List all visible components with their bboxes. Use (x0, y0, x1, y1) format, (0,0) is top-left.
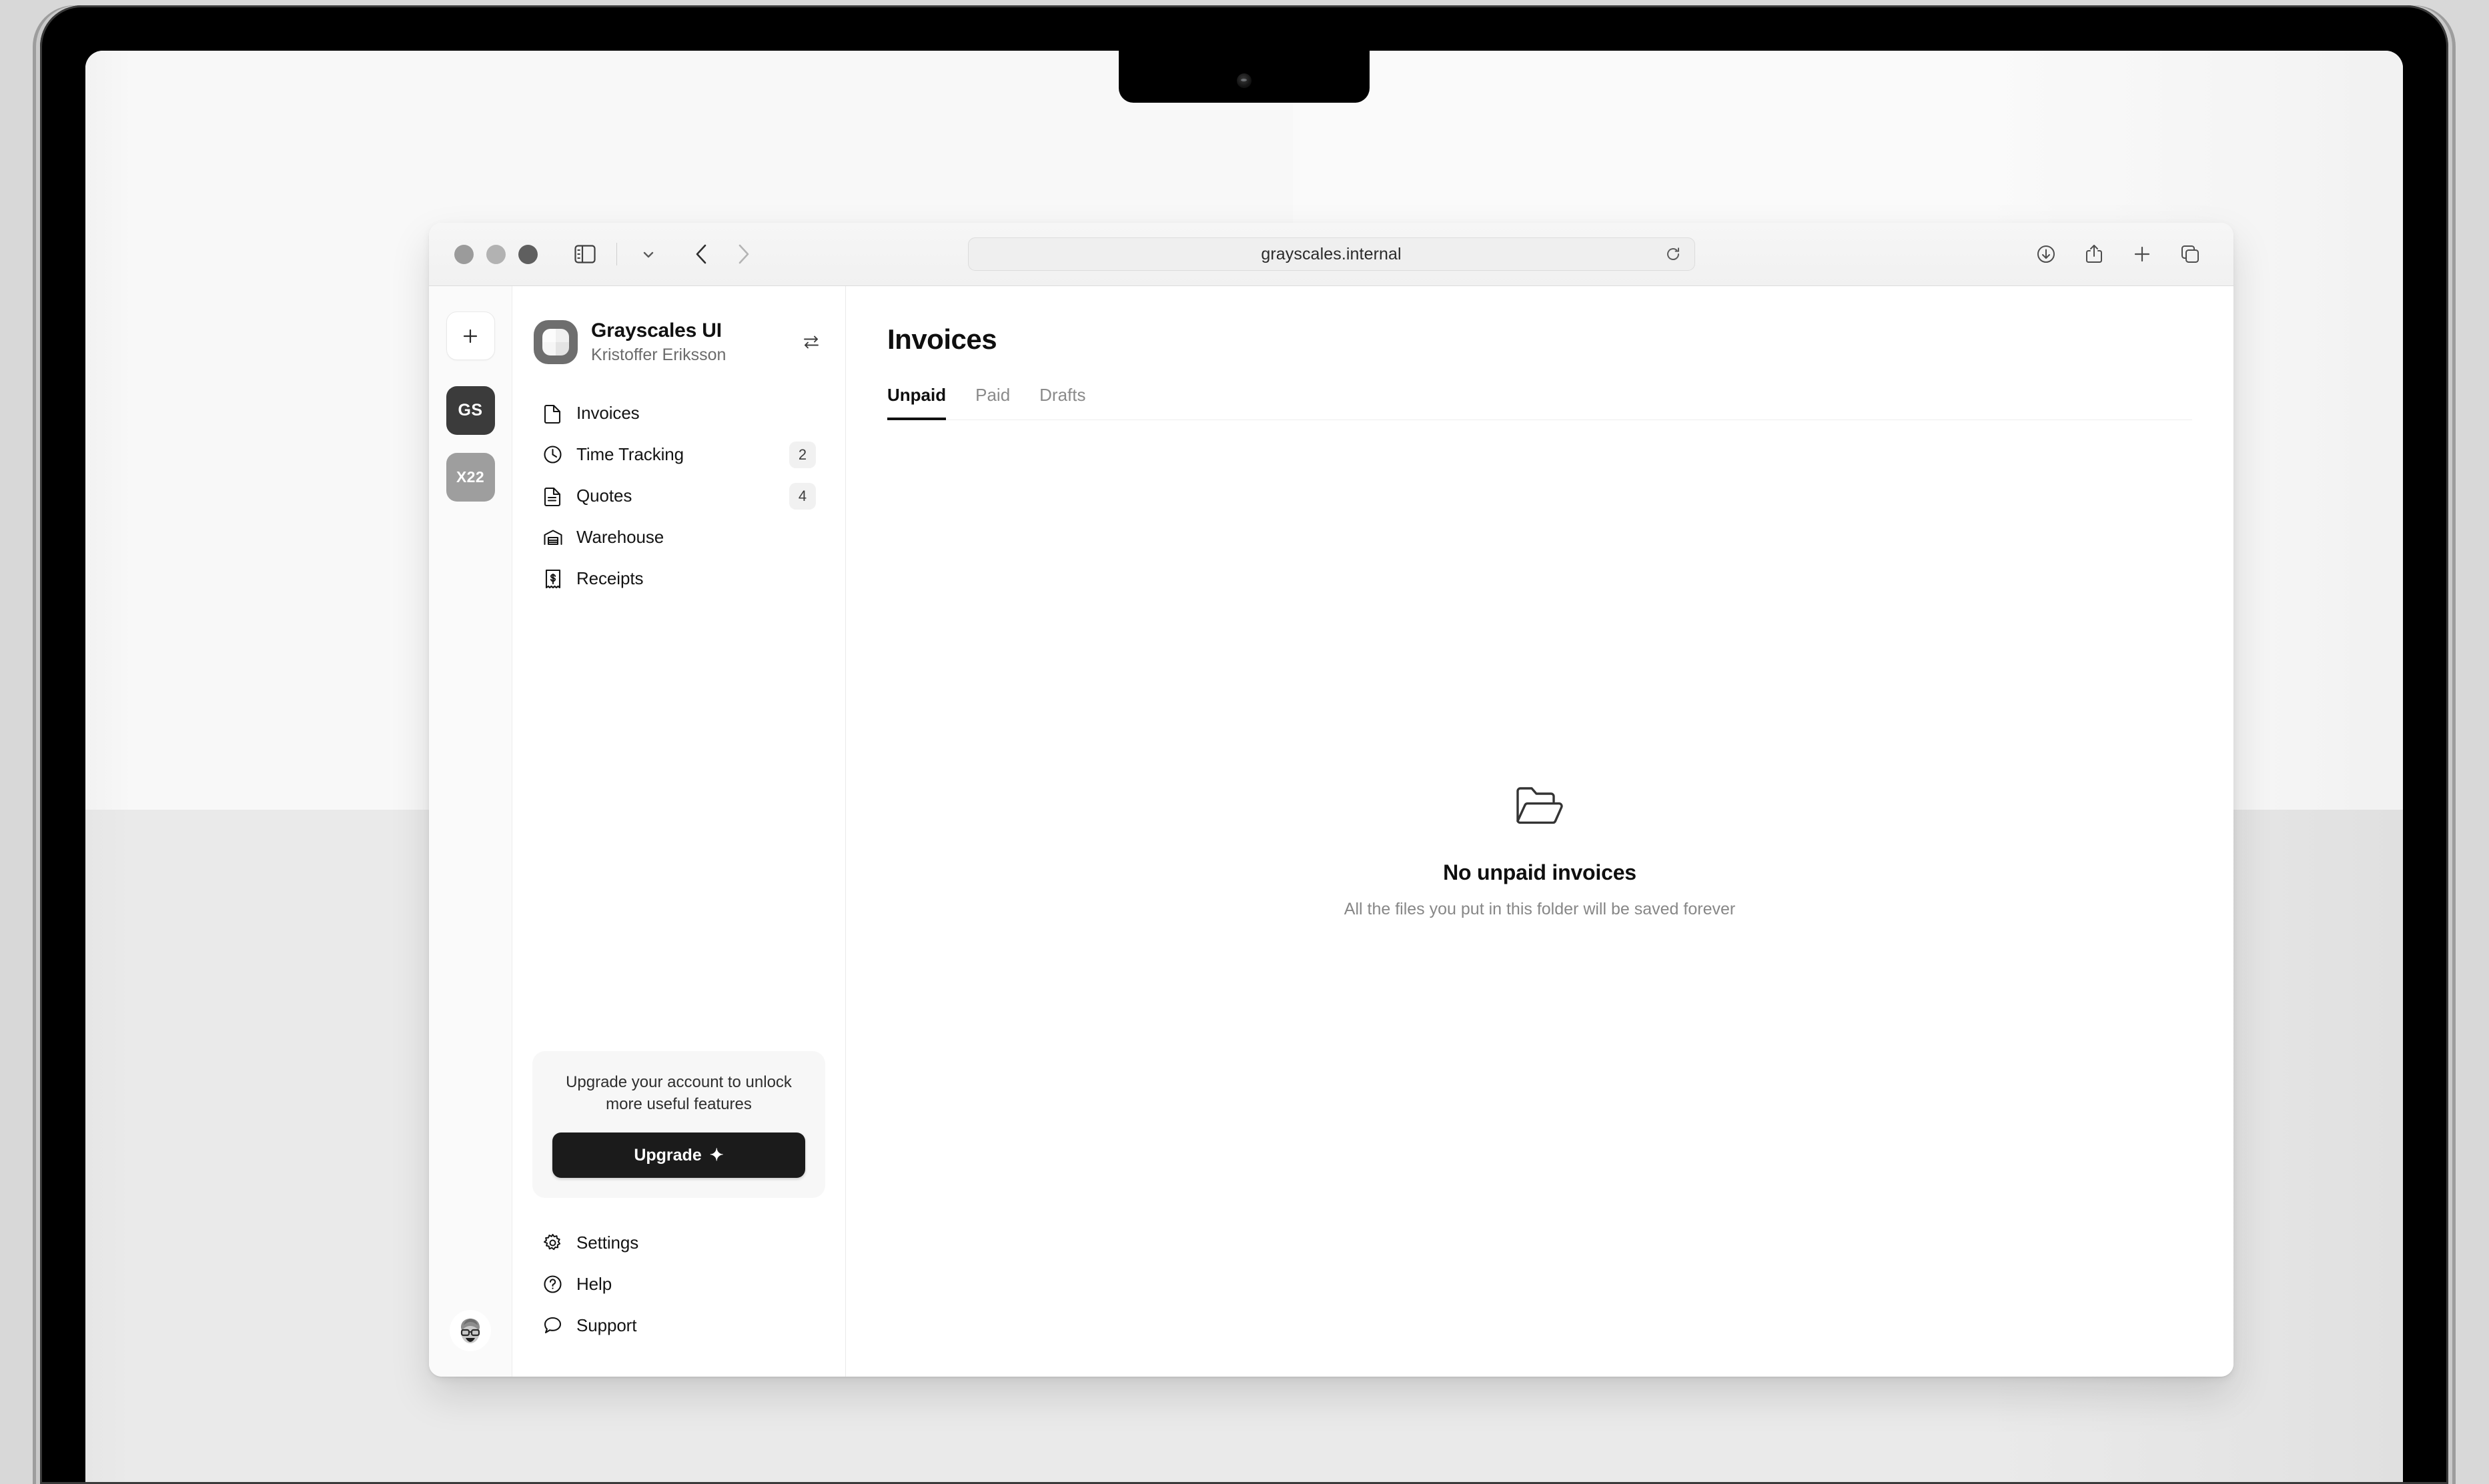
sidebar-item-settings[interactable]: Settings (532, 1222, 825, 1263)
sidebar-item-help[interactable]: Help (532, 1263, 825, 1305)
reload-icon[interactable] (1665, 246, 1681, 262)
sidebar-icon[interactable] (567, 236, 603, 272)
nav-list: Invoices Time Tracking 2 Quotes 4 Wareho… (532, 393, 825, 600)
document-icon (542, 485, 564, 507)
desktop-screen: grayscales.internal GS X22 Grayscales UI… (85, 51, 2403, 1484)
url-text: grayscales.internal (1261, 244, 1402, 263)
upgrade-button[interactable]: Upgrade ✦ (552, 1133, 805, 1178)
sidebar-item-label: Time Tracking (576, 444, 684, 465)
empty-state: No unpaid invoices All the files you put… (846, 420, 2233, 1377)
window-controls (454, 244, 538, 264)
navigation-controls (567, 236, 761, 272)
upgrade-button-label: Upgrade (634, 1145, 702, 1165)
avatar[interactable] (450, 1310, 491, 1351)
empty-state-title: No unpaid invoices (1443, 860, 1636, 884)
maximize-button[interactable] (518, 244, 538, 264)
new-tab-icon[interactable] (2124, 236, 2160, 272)
swap-arrows-icon[interactable] (799, 329, 824, 355)
main-header: Invoices Unpaid Paid Drafts (846, 286, 2233, 420)
page-title: Invoices (887, 323, 997, 355)
sparkle-icon: ✦ (709, 1145, 724, 1165)
chevron-down-icon[interactable] (630, 236, 666, 272)
sidebar-item-warehouse[interactable]: Warehouse (532, 517, 825, 558)
sidebar-item-label: Settings (576, 1232, 639, 1253)
add-workspace-button[interactable] (446, 311, 495, 360)
sidebar-item-quotes[interactable]: Quotes 4 (532, 476, 825, 517)
workspace-badge-label: X22 (456, 468, 485, 486)
sidebar-item-label: Invoices (576, 403, 640, 424)
workspace-user: Kristoffer Eriksson (591, 345, 726, 364)
tab-bar: Unpaid Paid Drafts (887, 385, 2192, 420)
laptop-frame: grayscales.internal GS X22 Grayscales UI… (40, 5, 2448, 1484)
workspace-badge-gs[interactable]: GS (446, 386, 495, 435)
chevron-right-icon[interactable] (725, 236, 761, 272)
workspace-name: Grayscales UI (591, 319, 722, 341)
workspace-meta: Grayscales UI Kristoffer Eriksson (591, 319, 785, 365)
sidebar-item-label: Warehouse (576, 527, 664, 548)
sidebar-item-receipts[interactable]: Receipts (532, 558, 825, 600)
minimize-button[interactable] (486, 244, 506, 264)
address-bar[interactable]: grayscales.internal (967, 237, 1695, 271)
workspace-badge-label: GS (458, 401, 483, 420)
sidebar-item-time-tracking[interactable]: Time Tracking 2 (532, 434, 825, 476)
browser-window: grayscales.internal GS X22 Grayscales UI… (429, 223, 2233, 1377)
gear-icon (542, 1232, 564, 1254)
chat-bubble-icon (542, 1315, 564, 1337)
tab-unpaid[interactable]: Unpaid (887, 385, 947, 420)
warehouse-icon (542, 526, 564, 548)
file-icon (542, 402, 564, 424)
clock-icon (542, 444, 564, 466)
tab-overview-icon[interactable] (2172, 236, 2208, 272)
receipt-icon (542, 568, 564, 590)
nav-sidebar: Grayscales UI Kristoffer Eriksson Invoic… (512, 286, 846, 1377)
sidebar-item-label: Support (576, 1315, 637, 1335)
main-content: Invoices Unpaid Paid Drafts No unpaid in… (846, 286, 2233, 1377)
toolbar-divider (616, 243, 617, 265)
sidebar-item-label: Quotes (576, 486, 632, 506)
user-avatar-icon (460, 1319, 480, 1343)
display-notch (1119, 51, 1370, 103)
open-folder-icon (1515, 785, 1564, 830)
app-body: GS X22 Grayscales UI Kristoffer Eriksson… (429, 286, 2233, 1377)
tab-paid[interactable]: Paid (975, 385, 1010, 420)
share-icon[interactable] (2076, 236, 2112, 272)
browser-toolbar: grayscales.internal (429, 223, 2233, 286)
sidebar-item-label: Receipts (576, 568, 644, 589)
workspace-logo-icon (534, 319, 578, 364)
toolbar-actions (2028, 236, 2208, 272)
workspace-badge-x22[interactable]: X22 (446, 453, 495, 502)
sidebar-footer: Settings Help Support (532, 1222, 825, 1377)
empty-state-subtitle: All the files you put in this folder wil… (1344, 899, 1736, 918)
sidebar-item-badge: 2 (789, 441, 816, 468)
sidebar-item-invoices[interactable]: Invoices (532, 393, 825, 434)
downloads-icon[interactable] (2028, 236, 2064, 272)
sidebar-item-label: Help (576, 1273, 612, 1294)
upgrade-card: Upgrade your account to unlock more usef… (532, 1050, 825, 1198)
sidebar-item-support[interactable]: Support (532, 1305, 825, 1346)
sidebar-item-badge: 4 (789, 482, 816, 510)
chevron-left-icon[interactable] (684, 236, 720, 272)
tab-drafts[interactable]: Drafts (1039, 385, 1085, 420)
question-circle-icon (542, 1273, 564, 1295)
upgrade-text: Upgrade your account to unlock more usef… (566, 1072, 792, 1113)
workspace-header[interactable]: Grayscales UI Kristoffer Eriksson (532, 286, 825, 365)
camera-icon (1237, 73, 1252, 88)
workspace-rail: GS X22 (429, 286, 512, 1377)
close-button[interactable] (454, 244, 474, 264)
